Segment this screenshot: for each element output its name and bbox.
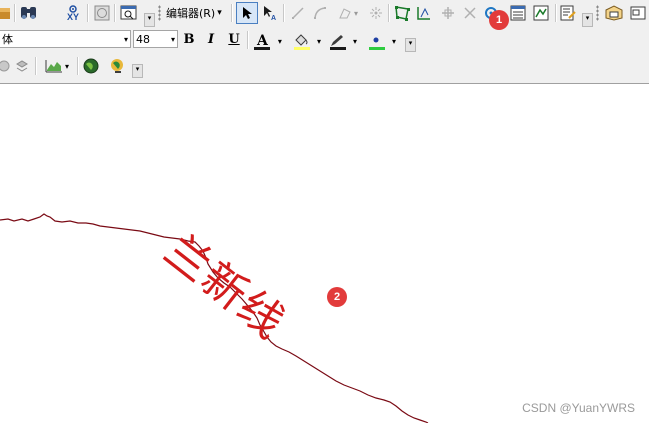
railway-line xyxy=(0,213,429,423)
watermark: CSDN @YuanYWRS xyxy=(522,401,635,415)
annotation-badge-2: 2 xyxy=(327,287,347,307)
